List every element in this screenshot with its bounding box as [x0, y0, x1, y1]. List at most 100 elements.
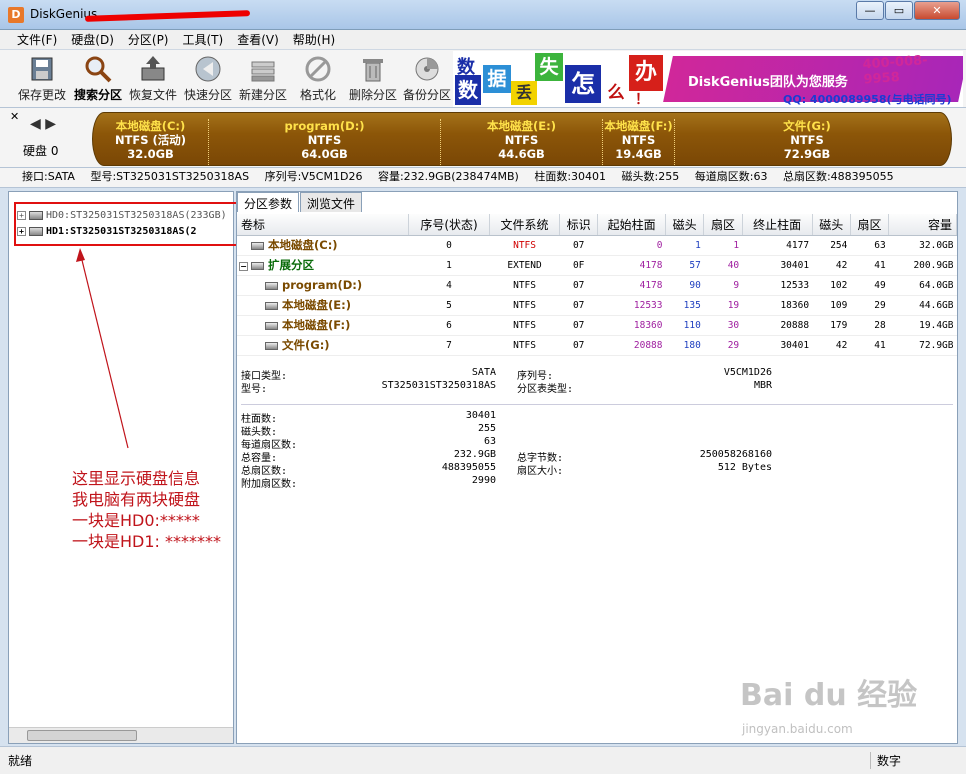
- row-sh: 110: [665, 315, 704, 336]
- table-row[interactable]: 文件(G:) 7 NTFS 07 20888 180 29 30401 42 4…: [237, 335, 957, 356]
- row-ec: 30401: [742, 335, 813, 356]
- row-sc: 18360: [597, 315, 666, 336]
- tab-browse-files[interactable]: 浏览文件: [300, 192, 363, 212]
- detail-total-capacity: 总容量: 232.9GB: [241, 449, 496, 464]
- row-fs: NTFS: [489, 275, 560, 296]
- row-es: 63: [850, 235, 889, 256]
- row-id: 07: [559, 335, 598, 356]
- row-eh: 102: [812, 275, 851, 296]
- row-id: 07: [559, 275, 598, 296]
- tab-partition-params[interactable]: 分区参数: [237, 192, 300, 212]
- detail-sector-size: 扇区大小: 512 Bytes: [517, 462, 772, 477]
- partition-icon: [265, 301, 278, 310]
- detail-spt: 每道扇区数: 63: [241, 436, 496, 451]
- partition-icon: [265, 341, 278, 350]
- detail-total-bytes: 总字节数: 250058268160: [517, 449, 772, 464]
- detail-heads: 磁头数: 255: [241, 423, 496, 438]
- row-sc: 4178: [597, 275, 666, 296]
- row-cap: 72.9GB: [888, 335, 957, 356]
- row-cap: 19.4GB: [888, 315, 957, 336]
- col-end-cyl[interactable]: 终止柱面: [742, 214, 813, 236]
- partition-icon: [251, 241, 264, 250]
- row-ss: 40: [703, 255, 743, 276]
- row-sh: 135: [665, 295, 704, 316]
- row-sc: 20888: [597, 335, 666, 356]
- row-eh: 42: [812, 255, 851, 276]
- partition-icon: [265, 321, 278, 330]
- row-id: 07: [559, 315, 598, 336]
- table-row[interactable]: 本地磁盘(C:) 0 NTFS 07 0 1 1 4177 254 63 32.…: [237, 235, 957, 256]
- detail-ptable-type: 分区表类型: MBR: [517, 380, 772, 395]
- detail-interface-type: 接口类型: SATA: [241, 367, 496, 382]
- annotation-line-4: 一块是HD1: *******: [72, 532, 222, 551]
- row-name: 文件(G:): [237, 335, 409, 356]
- row-ec: 20888: [742, 315, 813, 336]
- partition-icon: [265, 281, 278, 290]
- row-idx: 4: [408, 275, 490, 296]
- row-eh: 179: [812, 315, 851, 336]
- table-row[interactable]: − 扩展分区 1 EXTEND 0F 4178 57 40 30401 42 41…: [237, 255, 957, 276]
- row-ss: 1: [703, 235, 743, 256]
- details-divider: [241, 404, 953, 405]
- detail-total-sectors: 总扇区数: 488395055: [241, 462, 496, 477]
- row-idx: 7: [408, 335, 490, 356]
- row-id: 0F: [559, 255, 598, 276]
- detail-model: 型号: ST325031ST3250318AS: [241, 380, 496, 395]
- row-name: program(D:): [237, 275, 409, 296]
- col-capacity[interactable]: 容量: [888, 214, 957, 236]
- row-sh: 1: [665, 235, 704, 256]
- col-fs[interactable]: 文件系统: [489, 214, 560, 236]
- row-ec: 12533: [742, 275, 813, 296]
- col-end-head[interactable]: 磁头: [812, 214, 851, 236]
- row-sh: 90: [665, 275, 704, 296]
- row-eh: 254: [812, 235, 851, 256]
- collapse-icon[interactable]: −: [239, 262, 248, 271]
- table-row[interactable]: 本地磁盘(F:) 6 NTFS 07 18360 110 30 20888 17…: [237, 315, 957, 336]
- detail-cylinders: 柱面数: 30401: [241, 410, 496, 425]
- row-idx: 1: [408, 255, 490, 276]
- annotation-line-2: 我电脑有两块硬盘: [72, 490, 201, 509]
- row-sc: 0: [597, 235, 666, 256]
- annotation-line-1: 这里显示硬盘信息: [72, 469, 201, 488]
- row-ss: 9: [703, 275, 743, 296]
- row-ss: 19: [703, 295, 743, 316]
- col-index[interactable]: 序号(状态): [408, 214, 491, 236]
- col-start-sector[interactable]: 扇区: [703, 214, 743, 236]
- row-name: 本地磁盘(F:): [237, 315, 409, 336]
- col-label[interactable]: 卷标: [237, 214, 409, 236]
- row-es: 41: [850, 335, 889, 356]
- baidu-watermark-url: jingyan.baidu.com: [742, 722, 853, 736]
- row-cap: 64.0GB: [888, 275, 957, 296]
- row-eh: 42: [812, 335, 851, 356]
- row-es: 49: [850, 275, 889, 296]
- baidu-watermark: Bai du 经验: [740, 678, 918, 713]
- row-id: 07: [559, 295, 598, 316]
- detail-serial: 序列号: V5CM1D26: [517, 367, 772, 382]
- annotation-text: 这里显示硬盘信息 我电脑有两块硬盘 一块是HD0:***** 一块是HD1: *…: [72, 468, 221, 552]
- row-sc: 4178: [597, 255, 666, 276]
- row-ec: 30401: [742, 255, 813, 276]
- row-id: 07: [559, 235, 598, 256]
- row-cap: 32.0GB: [888, 235, 957, 256]
- table-row[interactable]: 本地磁盘(E:) 5 NTFS 07 12533 135 19 18360 10…: [237, 295, 957, 316]
- table-row[interactable]: program(D:) 4 NTFS 07 4178 90 9 12533 10…: [237, 275, 957, 296]
- row-fs: EXTEND: [489, 255, 560, 276]
- detail-extra-sectors: 附加扇区数: 2990: [241, 475, 496, 490]
- status-text: 就绪: [8, 754, 33, 768]
- row-fs: NTFS: [489, 295, 560, 316]
- col-start-head[interactable]: 磁头: [665, 214, 705, 236]
- numlock-indicator: 数字: [870, 752, 960, 769]
- col-start-cyl[interactable]: 起始柱面: [597, 214, 666, 236]
- row-cap: 200.9GB: [888, 255, 957, 276]
- table-header-row: 卷标 序号(状态) 文件系统 标识 起始柱面 磁头 扇区 终止柱面 磁头 扇区 …: [237, 214, 957, 236]
- row-sc: 12533: [597, 295, 666, 316]
- col-id[interactable]: 标识: [559, 214, 599, 236]
- partition-detail-pane: 分区参数 浏览文件 卷标 序号(状态) 文件系统 标识 起始柱面 磁头 扇区 终…: [236, 191, 958, 744]
- col-end-sector[interactable]: 扇区: [850, 214, 890, 236]
- row-fs: NTFS: [489, 335, 560, 356]
- row-cap: 44.6GB: [888, 295, 957, 316]
- row-ss: 30: [703, 315, 743, 336]
- row-es: 41: [850, 255, 889, 276]
- row-name: − 扩展分区: [237, 255, 409, 276]
- row-es: 29: [850, 295, 889, 316]
